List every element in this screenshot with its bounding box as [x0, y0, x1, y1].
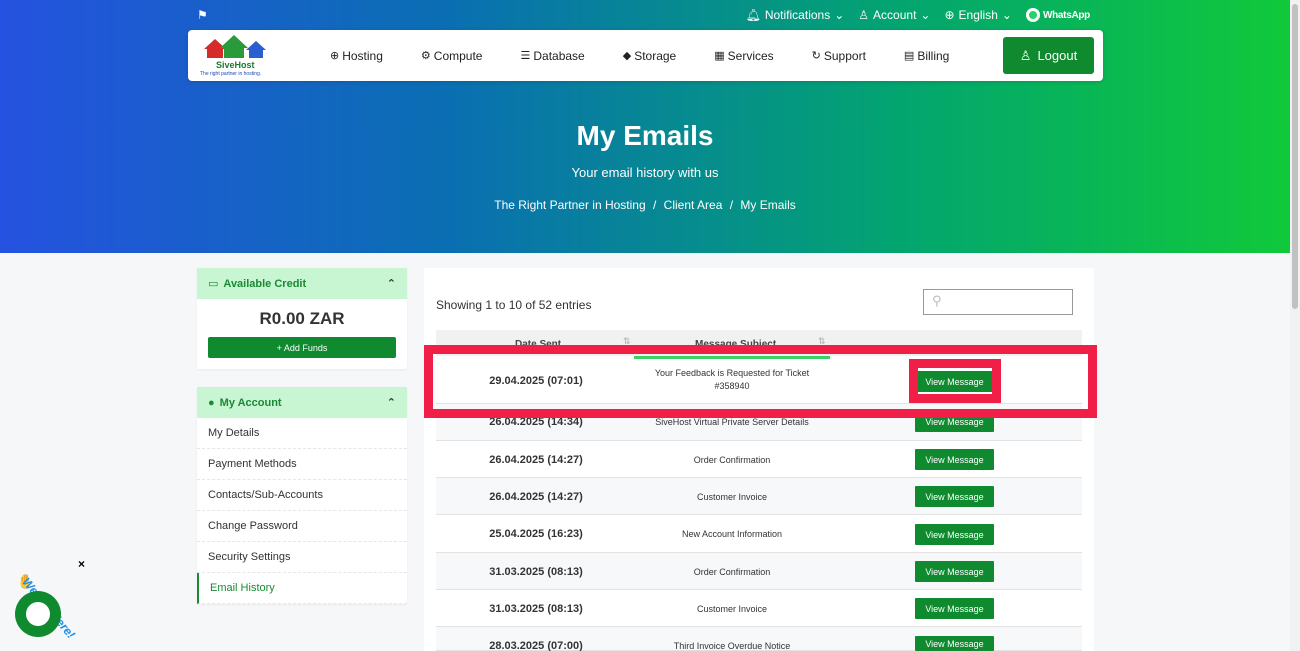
sidebar-item-change-password[interactable]: Change Password: [197, 511, 407, 542]
page-title: My Emails: [576, 120, 714, 151]
user-icon: ●: [208, 396, 215, 409]
view-message-button[interactable]: View Message: [915, 411, 994, 432]
language-menu[interactable]: ⊕ English ⌄: [944, 8, 1011, 22]
page-subtitle: Your email history with us: [571, 165, 719, 180]
sidebar-item-email-history[interactable]: Email History: [197, 573, 407, 604]
view-message-button[interactable]: View Message: [915, 486, 994, 507]
flag-icon[interactable]: ⚑: [197, 8, 208, 22]
box-icon: ◆: [622, 50, 632, 62]
topbar: 🔔︎ Notifications ⌄ ♙ Account ⌄ ⊕ English…: [746, 8, 1090, 22]
scrollbar-thumb[interactable]: [1292, 4, 1298, 309]
credit-panel-header[interactable]: ▭ Available Credit ⌃: [197, 268, 407, 299]
account-panel: ● My Account ⌃ My Details Payment Method…: [197, 387, 407, 604]
chat-widget-button[interactable]: [15, 591, 61, 637]
table-row: 25.04.2025 (16:23) New Account Informati…: [436, 516, 1082, 553]
column-date-sent[interactable]: Date Sent: [515, 339, 561, 350]
nav-item-compute[interactable]: ⚙ Compute: [421, 49, 483, 63]
chevron-down-icon: ⌄: [1001, 8, 1012, 22]
table-row: 31.03.2025 (08:13) Order Confirmation Vi…: [436, 553, 1082, 590]
breadcrumb: The Right Partner in Hosting / Client Ar…: [494, 198, 796, 212]
credit-panel: ▭ Available Credit ⌃ R0.00 ZAR + Add Fun…: [197, 268, 407, 369]
sidebar-item-security-settings[interactable]: Security Settings: [197, 542, 407, 573]
bell-icon: 🔔︎: [745, 8, 761, 22]
breadcrumb-home[interactable]: The Right Partner in Hosting: [494, 198, 645, 212]
money-icon: ▭: [208, 278, 219, 290]
sidebar-item-payment-methods[interactable]: Payment Methods: [197, 449, 407, 480]
globe-icon: ⊕: [330, 50, 340, 62]
user-icon: ♙: [1019, 47, 1032, 63]
headset-icon: ↻: [811, 50, 821, 62]
whatsapp-link[interactable]: WhatsApp: [1025, 8, 1090, 22]
add-funds-button[interactable]: + Add Funds: [208, 337, 396, 358]
view-message-button[interactable]: View Message: [915, 561, 994, 582]
credit-value: R0.00 ZAR: [259, 309, 345, 328]
notifications-menu[interactable]: 🔔︎ Notifications ⌄: [746, 8, 845, 22]
table-row: 26.04.2025 (14:34) SiveHost Virtual Priv…: [436, 404, 1082, 441]
sort-icon[interactable]: ⇅: [623, 336, 631, 347]
invoice-icon: ▤: [903, 50, 915, 62]
view-message-button[interactable]: View Message: [915, 449, 994, 470]
globe-icon: ⊕: [944, 8, 955, 22]
whatsapp-icon: [1025, 8, 1040, 22]
chevron-down-icon: ⌄: [834, 8, 845, 22]
view-message-button[interactable]: View Message: [915, 524, 994, 545]
table-row: 31.03.2025 (08:13) Customer Invoice View…: [436, 590, 1082, 627]
chevron-up-icon[interactable]: ⌃: [387, 396, 396, 409]
breadcrumb-client-area[interactable]: Client Area: [664, 198, 723, 212]
nav-item-storage[interactable]: ◆ Storage: [623, 49, 677, 63]
nav-item-database[interactable]: ☰ Database: [520, 49, 584, 63]
user-icon: ♙: [858, 8, 870, 22]
sidebar-item-contacts[interactable]: Contacts/Sub-Accounts: [197, 480, 407, 511]
chevron-up-icon[interactable]: ⌃: [387, 277, 396, 290]
nav-menu: ⊕ Hosting ⚙ Compute ☰ Database ◆ Storage ▦ Se…: [330, 49, 987, 63]
nav-item-billing[interactable]: ▤ Billing: [904, 49, 949, 63]
view-message-button[interactable]: View Message: [915, 598, 994, 619]
gift-icon: ▦: [714, 50, 725, 62]
account-panel-header[interactable]: ● My Account ⌃: [197, 387, 407, 418]
breadcrumb-current: My Emails: [740, 198, 796, 212]
search-icon: ⚲: [932, 293, 942, 308]
account-menu[interactable]: ♙ Account ⌄: [858, 8, 930, 22]
table-row: 29.04.2025 (07:01) Your Feedback is Requ…: [436, 358, 1082, 404]
logout-button[interactable]: ♙ Logout: [1003, 37, 1094, 74]
page-scrollbar[interactable]: [1290, 0, 1300, 651]
close-icon[interactable]: ×: [78, 557, 85, 571]
entries-info: Showing 1 to 10 of 52 entries: [436, 298, 592, 312]
search-input[interactable]: ⚲: [923, 289, 1073, 315]
database-icon: ☰: [520, 50, 531, 62]
nav-item-services[interactable]: ▦ Services: [714, 49, 773, 63]
table-row: 26.04.2025 (14:27) Customer Invoice View…: [436, 478, 1082, 515]
table-row: 26.04.2025 (14:27) Order Confirmation Vi…: [436, 441, 1082, 478]
chevron-down-icon: ⌄: [920, 8, 931, 22]
sidebar-item-my-details[interactable]: My Details: [197, 418, 407, 449]
gear-icon: ⚙: [420, 50, 431, 62]
sivehost-logo[interactable]: SiveHost The right partner in hosting.: [200, 33, 272, 79]
nav-item-support[interactable]: ↻ Support: [812, 49, 866, 63]
table-header: Date Sent ⇅ Message Subject ⇅: [436, 330, 1082, 356]
table-row: 28.03.2025 (07:00) Third Invoice Overdue…: [436, 627, 1082, 651]
emails-table-panel: Showing 1 to 10 of 52 entries ⚲ Date Sen…: [424, 268, 1094, 651]
view-message-button[interactable]: View Message: [915, 636, 994, 651]
main-navbar: SiveHost The right partner in hosting. ⊕…: [188, 30, 1103, 81]
sort-icon[interactable]: ⇅: [818, 336, 826, 347]
view-message-button[interactable]: View Message: [915, 371, 994, 392]
column-message-subject[interactable]: Message Subject: [695, 339, 776, 350]
nav-item-hosting[interactable]: ⊕ Hosting: [330, 49, 383, 63]
